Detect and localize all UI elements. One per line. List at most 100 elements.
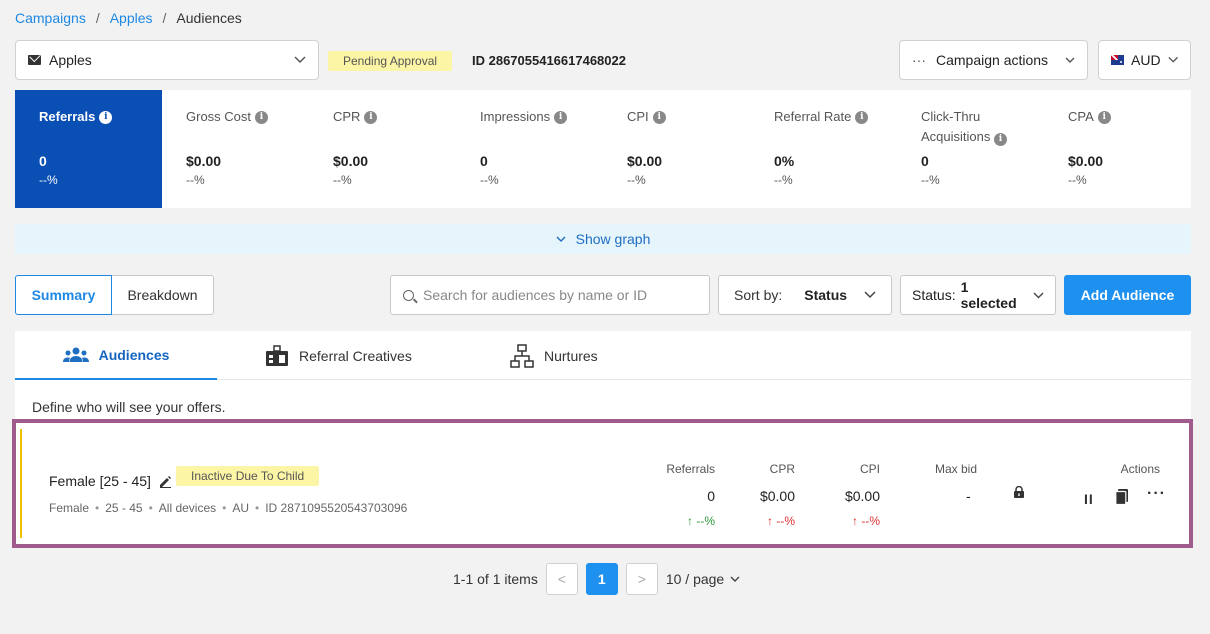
stat-referrals[interactable]: Referrals i 0 --% bbox=[15, 90, 162, 208]
stat-title: Referrals bbox=[39, 109, 96, 124]
add-audience-button[interactable]: Add Audience bbox=[1064, 275, 1191, 315]
stat-delta: --% bbox=[39, 173, 58, 187]
audience-row[interactable]: Female [25 - 45] Inactive Due To Child F… bbox=[20, 429, 1185, 538]
flag-icon bbox=[1111, 55, 1125, 65]
info-icon[interactable]: i bbox=[554, 110, 568, 124]
col-head-cpi: CPI bbox=[859, 462, 880, 476]
col-val-cpi: $0.00 bbox=[844, 488, 880, 504]
info-icon[interactable]: i bbox=[855, 110, 869, 124]
page-size-select[interactable]: 10 / page bbox=[666, 571, 740, 587]
stat-cpi[interactable]: CPI i $0.00 --% bbox=[603, 90, 750, 208]
campaign-id: ID 2867055416617468022 bbox=[472, 53, 626, 68]
page-size-label: 10 / page bbox=[665, 571, 725, 587]
chevron-down-icon bbox=[294, 56, 306, 64]
info-icon[interactable]: i bbox=[255, 110, 269, 124]
meta-age: 25 - 45 bbox=[105, 501, 143, 515]
audience-name-label: Female [25 - 45] bbox=[49, 473, 151, 489]
meta-devices: All devices bbox=[158, 501, 217, 515]
audience-name: Female [25 - 45] bbox=[49, 473, 172, 489]
more-icon: ··· bbox=[912, 52, 926, 68]
users-icon bbox=[62, 347, 89, 362]
edit-icon[interactable] bbox=[159, 475, 172, 488]
chevron-down-icon bbox=[1033, 292, 1044, 298]
col-head-max-bid: Max bid bbox=[934, 462, 977, 476]
stat-gross-cost[interactable]: Gross Cost i $0.00 --% bbox=[162, 90, 309, 208]
stat-delta: --% bbox=[1068, 173, 1087, 187]
info-icon[interactable]: i bbox=[994, 133, 1007, 146]
chevron-down-icon bbox=[556, 236, 566, 242]
currency-label: AUD bbox=[1131, 52, 1161, 68]
stat-referral-rate[interactable]: Referral Rate i 0% --% bbox=[750, 90, 897, 208]
breadcrumb-separator: / bbox=[95, 10, 100, 26]
pause-icon[interactable]: II bbox=[1084, 491, 1094, 507]
status-filter-select[interactable]: Status: 1 selected bbox=[900, 275, 1056, 315]
breadcrumb-audiences: Audiences bbox=[176, 10, 242, 26]
col-head-actions: Actions bbox=[1120, 462, 1160, 476]
col-delta-cpi: ↑ --% bbox=[852, 514, 880, 528]
stat-title: Gross Cost bbox=[186, 109, 252, 124]
chevron-down-icon bbox=[864, 291, 876, 299]
col-head-cpr: CPR bbox=[769, 462, 795, 476]
prev-page-button[interactable]: < bbox=[545, 563, 578, 595]
stat-cpa[interactable]: CPA i $0.00 --% bbox=[1044, 90, 1191, 208]
stat-delta: --% bbox=[774, 173, 793, 187]
define-text: Define who will see your offers. bbox=[32, 399, 226, 415]
breadcrumb-campaigns[interactable]: Campaigns bbox=[15, 10, 86, 26]
info-icon[interactable]: i bbox=[1097, 110, 1111, 124]
stat-impressions[interactable]: Impressions i 0 --% bbox=[456, 90, 603, 208]
campaign-select[interactable]: Apples bbox=[15, 40, 319, 80]
audience-card: Female [25 - 45] Inactive Due To Child F… bbox=[12, 419, 1193, 548]
meta-country: AU bbox=[232, 501, 250, 515]
stat-delta: --% bbox=[921, 173, 940, 187]
stat-value: 0% bbox=[774, 153, 795, 169]
copy-icon[interactable] bbox=[1115, 489, 1129, 505]
creatives-icon bbox=[266, 344, 288, 366]
chevron-down-icon bbox=[1065, 57, 1075, 63]
stat-title: CPI bbox=[627, 109, 649, 124]
campaign-actions-button[interactable]: ··· Campaign actions bbox=[899, 40, 1088, 80]
tab-audiences[interactable]: Audiences bbox=[15, 331, 217, 380]
breadcrumb-separator: / bbox=[162, 10, 167, 26]
search-input[interactable] bbox=[423, 287, 697, 303]
breadcrumb-apples[interactable]: Apples bbox=[110, 10, 153, 26]
currency-select[interactable]: AUD bbox=[1098, 40, 1191, 80]
stat-value: $0.00 bbox=[1068, 153, 1104, 169]
sort-value: Status bbox=[804, 287, 848, 303]
breakdown-button[interactable]: Breakdown bbox=[112, 275, 214, 315]
status-badge: Pending Approval bbox=[328, 51, 453, 71]
pagination-summary: 1-1 of 1 items bbox=[453, 571, 538, 587]
info-icon[interactable]: i bbox=[99, 110, 113, 124]
summary-button[interactable]: Summary bbox=[15, 275, 112, 315]
view-toggle: Summary Breakdown bbox=[15, 275, 214, 315]
stat-value: $0.00 bbox=[186, 153, 222, 169]
stat-cpr[interactable]: CPR i $0.00 --% bbox=[309, 90, 456, 208]
breadcrumb: Campaigns / Apples / Audiences bbox=[15, 10, 242, 26]
audience-meta: Female • 25 - 45 • All devices • AU • ID 287… bbox=[49, 501, 408, 515]
col-val-referrals: 0 bbox=[707, 488, 715, 504]
tab-referral-creatives-label: Referral Creatives bbox=[299, 347, 412, 364]
stat-title: CPR bbox=[333, 109, 361, 124]
tab-nurtures[interactable]: Nurtures bbox=[510, 331, 598, 380]
stat-click-thru-acquisitions[interactable]: Click-Thru Acquisitions i 0 --% bbox=[897, 90, 1044, 208]
show-graph-toggle[interactable]: Show graph bbox=[15, 224, 1191, 254]
more-icon[interactable]: ··· bbox=[1147, 485, 1166, 503]
stat-delta: --% bbox=[480, 173, 499, 187]
show-graph-label: Show graph bbox=[575, 231, 651, 247]
status-filter-label: Status: bbox=[912, 287, 956, 303]
mail-icon bbox=[28, 55, 41, 65]
col-head-referrals: Referrals bbox=[666, 462, 715, 476]
stat-value: $0.00 bbox=[627, 153, 663, 169]
tab-referral-creatives[interactable]: Referral Creatives bbox=[265, 331, 412, 380]
stat-delta: --% bbox=[627, 173, 646, 187]
tab-audiences-label: Audiences bbox=[98, 346, 170, 363]
info-icon[interactable]: i bbox=[364, 110, 378, 124]
info-icon[interactable]: i bbox=[652, 110, 666, 124]
page-1-button[interactable]: 1 bbox=[585, 563, 618, 595]
status-filter-value: 1 selected bbox=[960, 279, 1017, 311]
sort-select[interactable]: Sort by: Status bbox=[718, 275, 892, 315]
sort-label: Sort by: bbox=[734, 287, 783, 303]
col-delta-cpr: ↑ --% bbox=[767, 514, 795, 528]
stat-title: CPA bbox=[1068, 109, 1094, 124]
stat-value: 0 bbox=[921, 153, 929, 169]
next-page-button[interactable]: > bbox=[625, 563, 658, 595]
